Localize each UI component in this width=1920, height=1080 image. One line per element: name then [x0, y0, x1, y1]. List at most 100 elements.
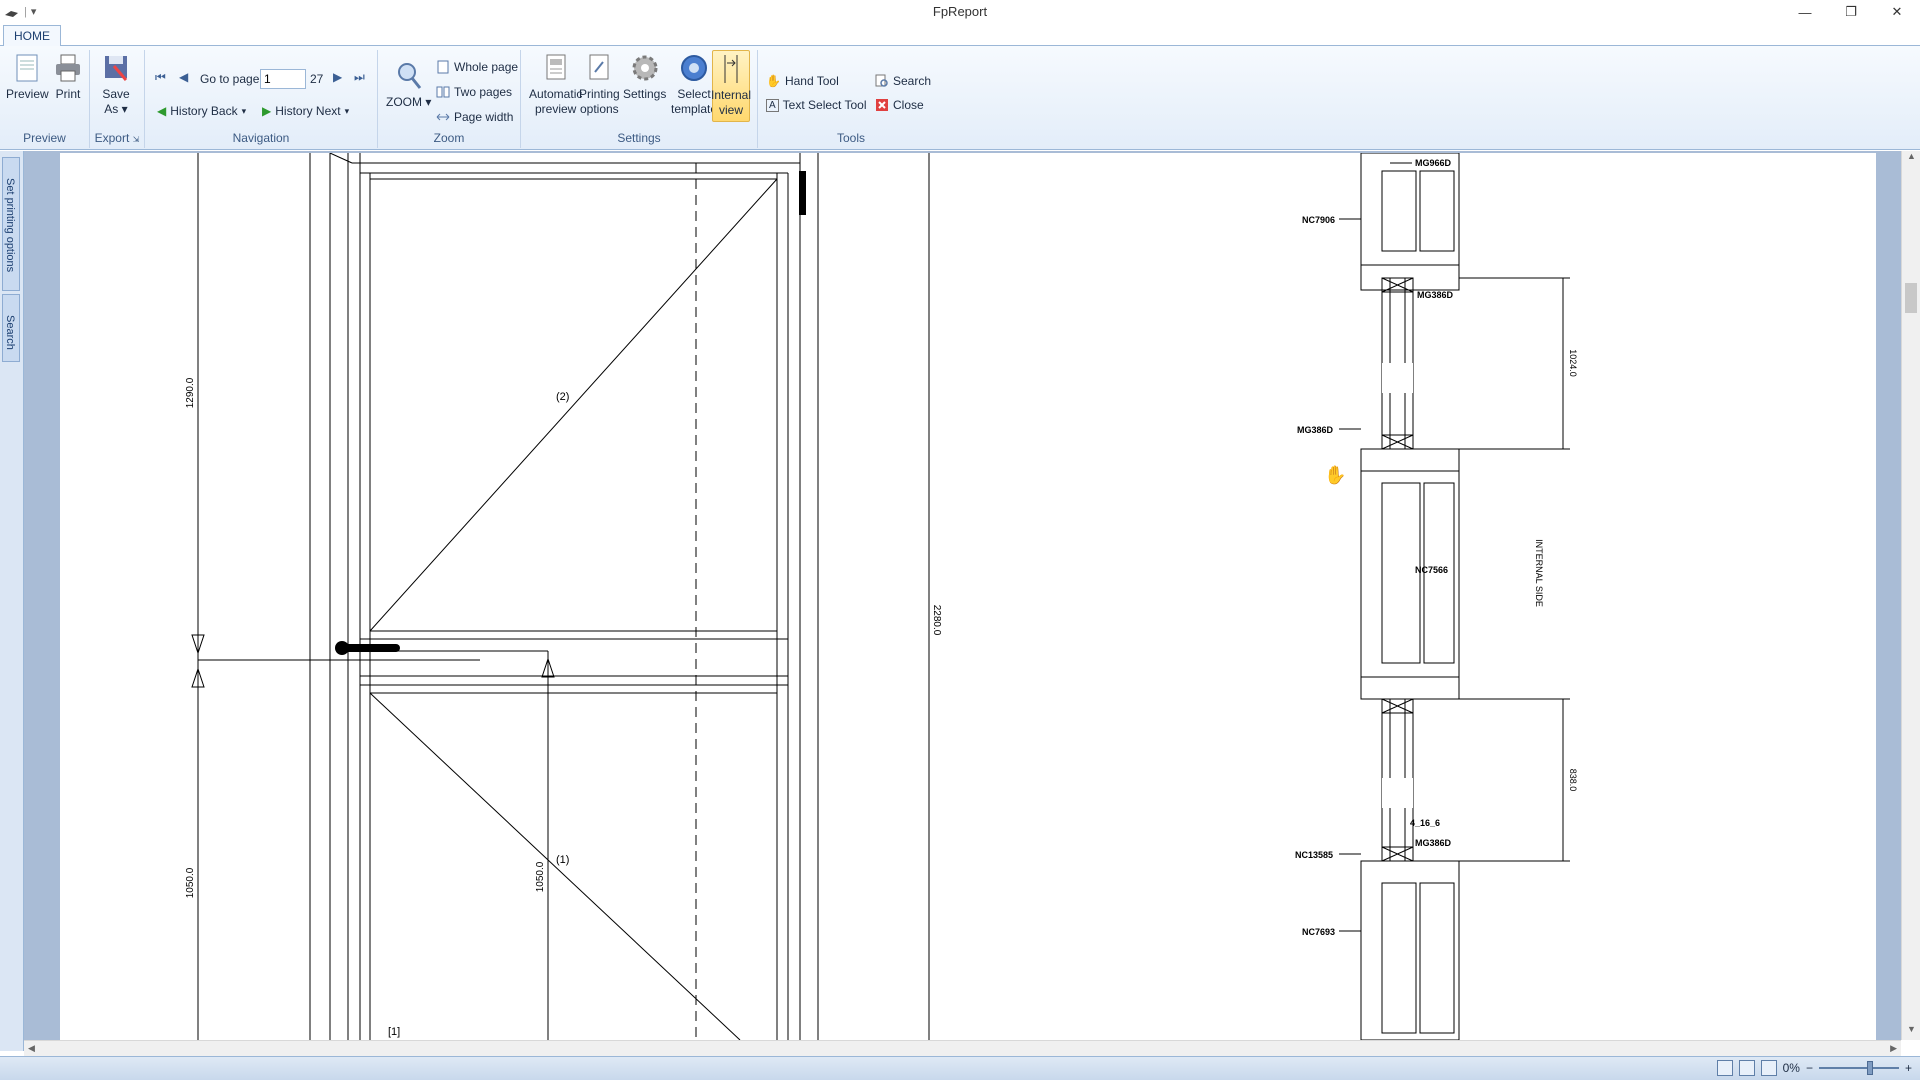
side-panel: Set printing options Search	[0, 151, 24, 1051]
zoom-button[interactable]: ZOOM ▾	[386, 60, 431, 110]
item-label-1: [1]	[388, 1026, 400, 1038]
history-back-button[interactable]: ◀ History Back ▾	[157, 104, 246, 118]
page-width-button[interactable]: Page width	[436, 110, 513, 124]
label-nc13585: NC13585	[1295, 850, 1333, 860]
close-window-button[interactable]: ✕	[1874, 0, 1920, 24]
export-group-label[interactable]: Export ⇲	[90, 131, 144, 145]
preview-group: Preview Print Preview	[0, 50, 90, 148]
internal-view-label: Internal view	[710, 88, 752, 117]
search-tab[interactable]: Search	[2, 294, 20, 362]
history-next-button[interactable]: ▶ History Next ▾	[262, 104, 349, 118]
preview-label: Preview	[6, 87, 49, 101]
tab-home[interactable]: HOME	[3, 25, 61, 47]
label-mg966d: MG966D	[1415, 158, 1452, 168]
zoom-in-button[interactable]: +	[1905, 1061, 1912, 1075]
zoom-group: ZOOM ▾ Whole page Two pages Page width Z…	[378, 50, 521, 148]
hand-cursor-icon: ✋	[1324, 464, 1346, 485]
whole-page-button[interactable]: Whole page	[436, 60, 518, 74]
label-mg386d-top: MG386D	[1417, 290, 1454, 300]
dimension-838: 838.0	[1568, 769, 1578, 792]
navigation-group: ⏮ ◀ Go to page: 27 ▶ ⏭ ◀History Back▾ ▶H…	[145, 50, 378, 148]
print-button[interactable]: Print	[52, 52, 84, 102]
zoom-slider[interactable]	[1818, 1061, 1899, 1075]
ribbon: Preview Print Preview Save As ▾ Export ⇲…	[0, 46, 1920, 150]
printing-options-icon	[589, 54, 609, 80]
scroll-up-icon[interactable]: ▲	[1902, 151, 1920, 167]
panel-label-2: (2)	[556, 391, 569, 403]
page-count: 27	[310, 72, 324, 86]
vertical-scrollbar[interactable]: ▲ ▼	[1901, 151, 1920, 1040]
text-select-icon: A	[766, 98, 779, 112]
arrow-left-icon: ◀	[157, 104, 167, 118]
tools-group-label: Tools	[836, 131, 865, 145]
settings-button[interactable]: Settings	[623, 52, 666, 102]
go-to-page-label: Go to page:	[200, 72, 263, 86]
scroll-right-icon[interactable]: ▶	[1890, 1043, 1897, 1054]
automatic-preview-icon	[546, 54, 566, 80]
label-nc7906: NC7906	[1302, 215, 1335, 225]
print-label: Print	[55, 87, 81, 101]
dimension-1050-left: 1050.0	[185, 867, 196, 898]
horizontal-scrollbar[interactable]: ◀ ▶	[24, 1040, 1901, 1056]
magnifier-icon	[397, 63, 421, 89]
page-number-input[interactable]	[260, 69, 306, 89]
printer-icon	[56, 54, 80, 82]
two-pages-icon	[436, 86, 450, 98]
arrow-right-icon: ▶	[262, 104, 272, 118]
previous-page-icon: ◀	[179, 70, 189, 84]
printing-options-button[interactable]: Printing options	[579, 52, 620, 117]
internal-view-button[interactable]: Internal view	[710, 50, 752, 122]
preview-group-label: Preview	[23, 131, 66, 145]
single-page-view-button[interactable]	[1716, 1060, 1733, 1076]
first-page-icon: ⏮	[155, 70, 166, 84]
title-bar: | ▾ FpReport — ❐ ✕	[0, 0, 1920, 24]
navigation-group-label: Navigation	[232, 131, 290, 145]
hand-icon: ✋	[766, 74, 781, 88]
restore-button[interactable]: ❐	[1828, 0, 1874, 24]
close-report-button[interactable]: Close	[875, 98, 924, 112]
next-page-button[interactable]: ▶	[333, 70, 342, 84]
continuous-view-button[interactable]	[1738, 1060, 1755, 1076]
whole-page-icon	[437, 60, 449, 74]
zoom-in-icon: +	[1904, 1061, 1912, 1075]
scroll-left-icon[interactable]: ◀	[28, 1043, 35, 1054]
automatic-preview-button[interactable]: Automatic preview	[529, 52, 582, 117]
automatic-preview-label: Automatic preview	[529, 87, 583, 116]
gear-icon	[632, 55, 658, 81]
hand-tool-button[interactable]: ✋ Hand Tool	[766, 74, 839, 88]
previous-page-button[interactable]: ◀	[179, 70, 188, 84]
settings-label: Settings	[623, 87, 667, 101]
preview-button[interactable]: Preview	[6, 52, 49, 102]
dropdown-arrow-icon: ▾	[241, 105, 247, 116]
restore-icon: ❐	[1845, 4, 1857, 19]
save-as-button[interactable]: Save As ▾	[100, 52, 132, 117]
vertical-scroll-thumb[interactable]	[1905, 283, 1917, 313]
facing-view-button[interactable]	[1760, 1060, 1777, 1076]
text-select-tool-button[interactable]: A Text Select Tool	[766, 98, 867, 112]
zoom-label: ZOOM ▾	[386, 95, 432, 109]
two-pages-button[interactable]: Two pages	[436, 85, 512, 99]
export-group: Save As ▾ Export ⇲	[90, 50, 145, 148]
internal-side-label: INTERNAL SIDE	[1534, 539, 1544, 607]
report-page[interactable]: 1290.0 1050.0 1050.0 (2) (1) [1] 2280.0 …	[60, 153, 1876, 1040]
close-red-icon	[876, 99, 888, 111]
close-icon: ✕	[1891, 4, 1903, 19]
minimize-button[interactable]: —	[1782, 0, 1828, 24]
last-page-button[interactable]: ⏭	[354, 70, 365, 85]
search-button[interactable]: Search	[875, 74, 931, 88]
ribbon-tab-row: HOME	[0, 24, 1920, 47]
scroll-down-icon[interactable]: ▼	[1902, 1024, 1920, 1040]
label-nc7693: NC7693	[1302, 927, 1335, 937]
zoom-out-icon: −	[1805, 1061, 1813, 1075]
first-page-button[interactable]: ⏮	[155, 70, 166, 85]
zoom-out-button[interactable]: −	[1806, 1061, 1813, 1075]
dimension-1024: 1024.0	[1568, 349, 1578, 377]
zoom-slider-thumb[interactable]	[1866, 1061, 1873, 1075]
status-bar: 0% − +	[0, 1056, 1920, 1080]
settings-group-label: Settings	[617, 131, 661, 145]
dialog-launcher-icon: ⇲	[132, 135, 140, 144]
save-as-icon	[105, 56, 128, 81]
set-printing-options-tab[interactable]: Set printing options	[2, 157, 20, 291]
tools-group: ✋ Hand Tool A Text Select Tool Search Clos…	[758, 50, 944, 148]
settings-group: Automatic preview Printing options Setti…	[521, 50, 758, 148]
